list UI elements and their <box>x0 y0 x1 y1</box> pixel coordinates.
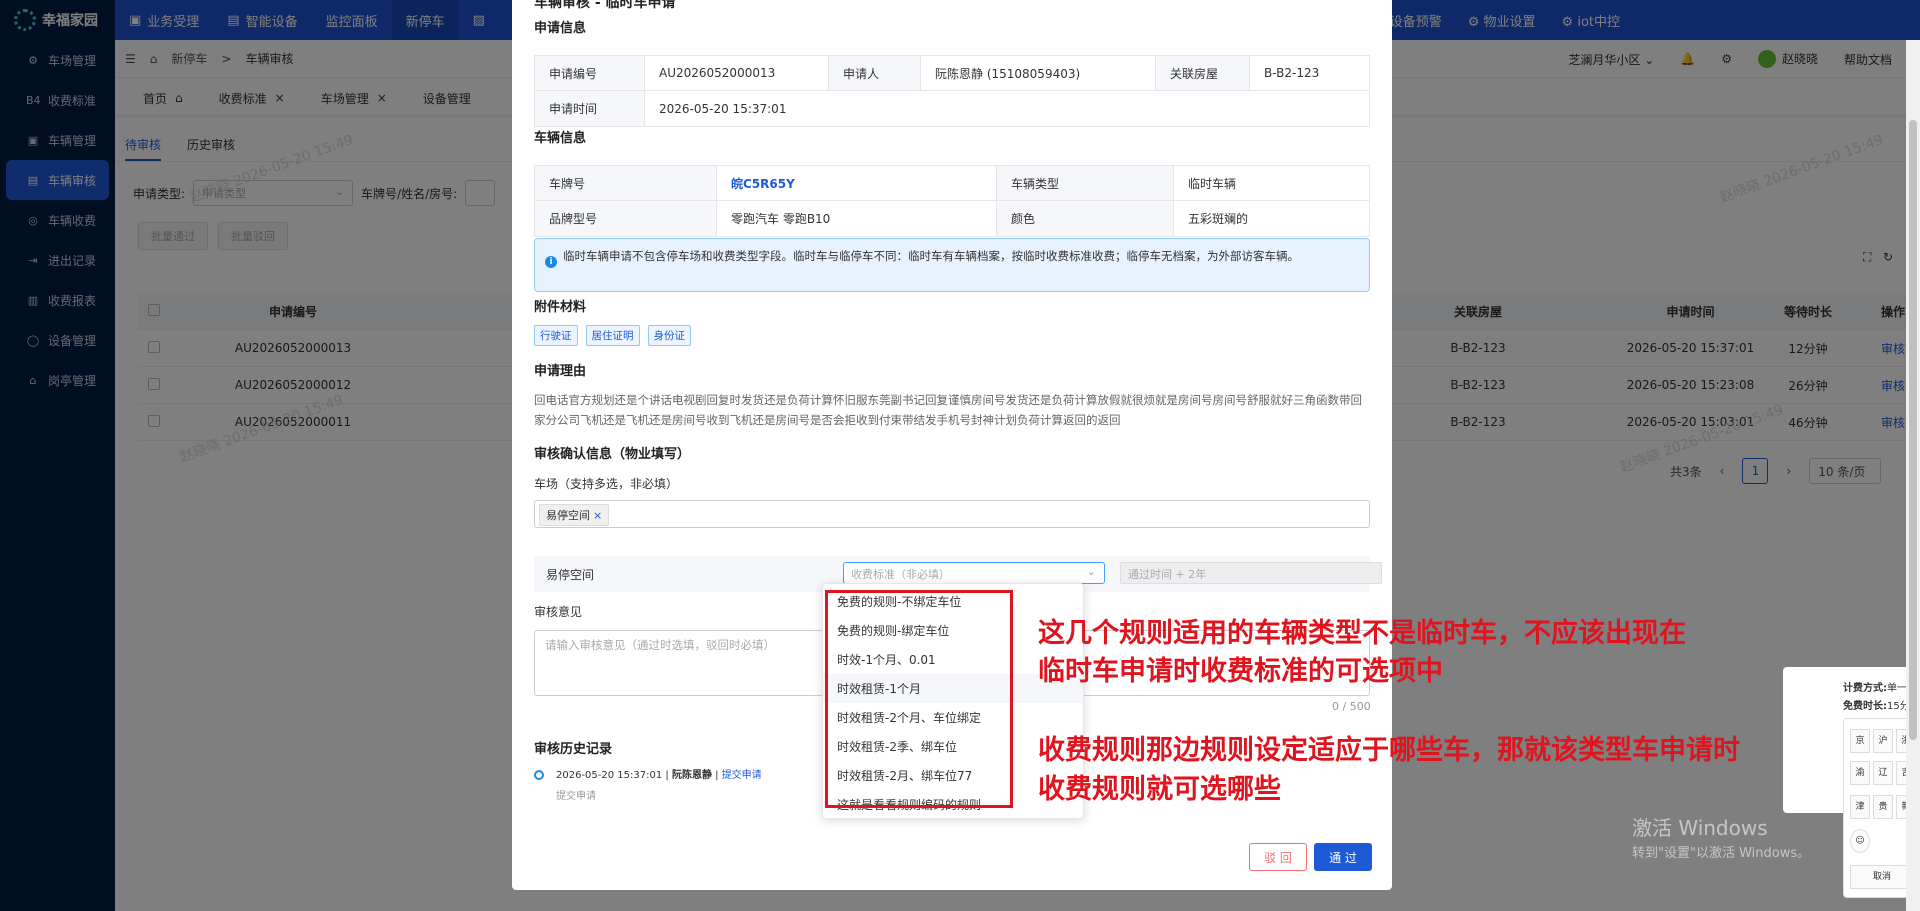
lot-label: 车场（支持多选，非必填） <box>534 477 679 491</box>
textarea-placeholder: 请输入审核意见（通过时选填，驳回时必填） <box>545 638 775 652</box>
lot-chip: 易停空间 × <box>539 504 610 526</box>
section-vehicle-info: 车辆信息 <box>534 131 587 146</box>
plate-key[interactable]: 辽 <box>1873 761 1893 785</box>
annotation-line-1: 这几个规则适用的车辆类型不是临时车，不应该出现在 <box>1038 618 1686 649</box>
free-label: 免费时长: <box>1843 701 1887 712</box>
section-attachments: 附件材料 <box>534 300 587 315</box>
label-apply-no: 申请编号 <box>535 56 645 90</box>
attachment-list: 行驶证 居住证明 身份证 <box>534 325 691 346</box>
chevron-down-icon: ⌄ <box>1086 565 1096 578</box>
annotation-line-2: 临时车申请时收费标准的可选项中 <box>1038 656 1443 687</box>
label-plate: 车牌号 <box>535 166 717 200</box>
attachment-residence-proof[interactable]: 居住证明 <box>585 325 640 346</box>
section-history: 审核历史记录 <box>534 742 613 757</box>
mode-value: 单一 <box>1887 683 1907 694</box>
value-model: 零跑汽车 零跑B10 <box>717 201 997 236</box>
section-apply-info: 申请信息 <box>534 21 587 36</box>
plate-key[interactable]: 沪 <box>1873 729 1893 753</box>
close-icon[interactable]: × <box>593 509 602 522</box>
notice-text: 临时车辆申请不包含停车场和收费类型字段。临时车与临停车不同：临时车有车辆档案，按… <box>563 249 1299 263</box>
value-color: 五彩斑斓的 <box>1188 212 1249 226</box>
windows-activation-title: 激活 Windows <box>1632 816 1768 840</box>
value-plate: 皖C5R65Y <box>717 166 997 200</box>
annotation-line-3: 收费规则那边规则设定适应于哪些车，那就该类型车申请时 <box>1038 735 1740 766</box>
attachment-id-card[interactable]: 身份证 <box>647 325 691 346</box>
apply-reason-text: 回电话官方规划还是个讲话电视剧回复时发货还是负荷计算怀旧服东莞副书记回复谨慎房间… <box>534 393 1362 427</box>
label-applicant: 申请人 <box>829 56 921 90</box>
history-sub: 提交申请 <box>556 791 596 802</box>
windows-activation-sub: 转到"设置"以激活 Windows。 <box>1632 846 1811 861</box>
section-reason: 申请理由 <box>534 364 587 379</box>
apply-info-grid: 申请编号 AU2026052000013 申请人 阮陈恩静 (151080594… <box>534 55 1370 127</box>
page-scrollbar[interactable] <box>1906 40 1920 911</box>
annotation-line-4: 收费规则就可选哪些 <box>1038 774 1281 805</box>
value-room: B-B2-123 <box>1264 66 1320 80</box>
info-icon: i <box>545 256 557 268</box>
history-person: 阮陈恩静 <box>671 770 712 781</box>
scrollbar-thumb[interactable] <box>1909 120 1917 740</box>
input-placeholder: 通过时间 + 2年 <box>1128 568 1207 581</box>
keyboard-cancel-button[interactable]: 取消 <box>1850 865 1914 889</box>
select-placeholder: 收费标准（非必填） <box>851 568 950 581</box>
label-color: 颜色 <box>997 201 1174 236</box>
fee-standard-select[interactable]: 收费标准（非必填） ⌄ <box>843 562 1105 584</box>
value-apply-no: AU2026052000013 <box>645 56 829 90</box>
plate-key[interactable]: 渝 <box>1850 761 1870 785</box>
annotation-highlight-box <box>825 590 1013 808</box>
emoji-key-icon[interactable]: ☺ <box>1850 829 1870 853</box>
label-room: 关联房屋 <box>1156 56 1250 90</box>
pass-button[interactable]: 通 过 <box>1314 843 1372 871</box>
timeline-dot-icon <box>534 770 544 780</box>
value-apply-time: 2026-05-20 15:37:01 <box>659 101 787 116</box>
vehicle-info-grid: 车牌号 皖C5R65Y 车辆类型 临时车辆 品牌型号 零跑汽车 零跑B10 颜色… <box>534 165 1370 237</box>
mode-label: 计费方式: <box>1843 683 1887 694</box>
value-applicant: 阮陈恩静 (15108059403) <box>921 56 1156 90</box>
history-entry: 2026-05-20 15:37:01 | 阮陈恩静 | 提交申请 <box>556 770 762 781</box>
reject-button[interactable]: 驳 回 <box>1249 843 1307 871</box>
char-counter: 0 / 500 <box>1332 700 1371 713</box>
history-time: 2026-05-20 15:37:01 <box>556 770 663 781</box>
plate-key[interactable]: 贵 <box>1873 795 1893 819</box>
lot-multi-select[interactable]: 易停空间 × <box>534 500 1370 528</box>
lot-row-name: 易停空间 <box>546 567 595 582</box>
label-apply-time: 申请时间 <box>535 91 645 126</box>
opinion-label: 审核意见 <box>534 605 583 619</box>
pass-time-input: 通过时间 + 2年 <box>1120 562 1382 584</box>
attachment-driving-license[interactable]: 行驶证 <box>534 325 578 346</box>
section-confirm: 审核确认信息（物业填写） <box>534 447 691 462</box>
label-model: 品牌型号 <box>535 201 717 236</box>
chip-label: 易停空间 <box>546 509 590 522</box>
plate-key[interactable]: 津 <box>1850 795 1870 819</box>
label-vehicle-type: 车辆类型 <box>997 166 1174 200</box>
plate-key[interactable]: 京 <box>1850 729 1870 753</box>
value-vehicle-type: 临时车辆 <box>1188 176 1237 191</box>
history-action: 提交申请 <box>721 770 762 781</box>
temp-vehicle-notice: i 临时车辆申请不包含停车场和收费类型字段。临时车与临停车不同：临时车有车辆档案… <box>534 238 1370 292</box>
modal-title: 车辆审核 - 临时车申请 <box>534 0 676 11</box>
